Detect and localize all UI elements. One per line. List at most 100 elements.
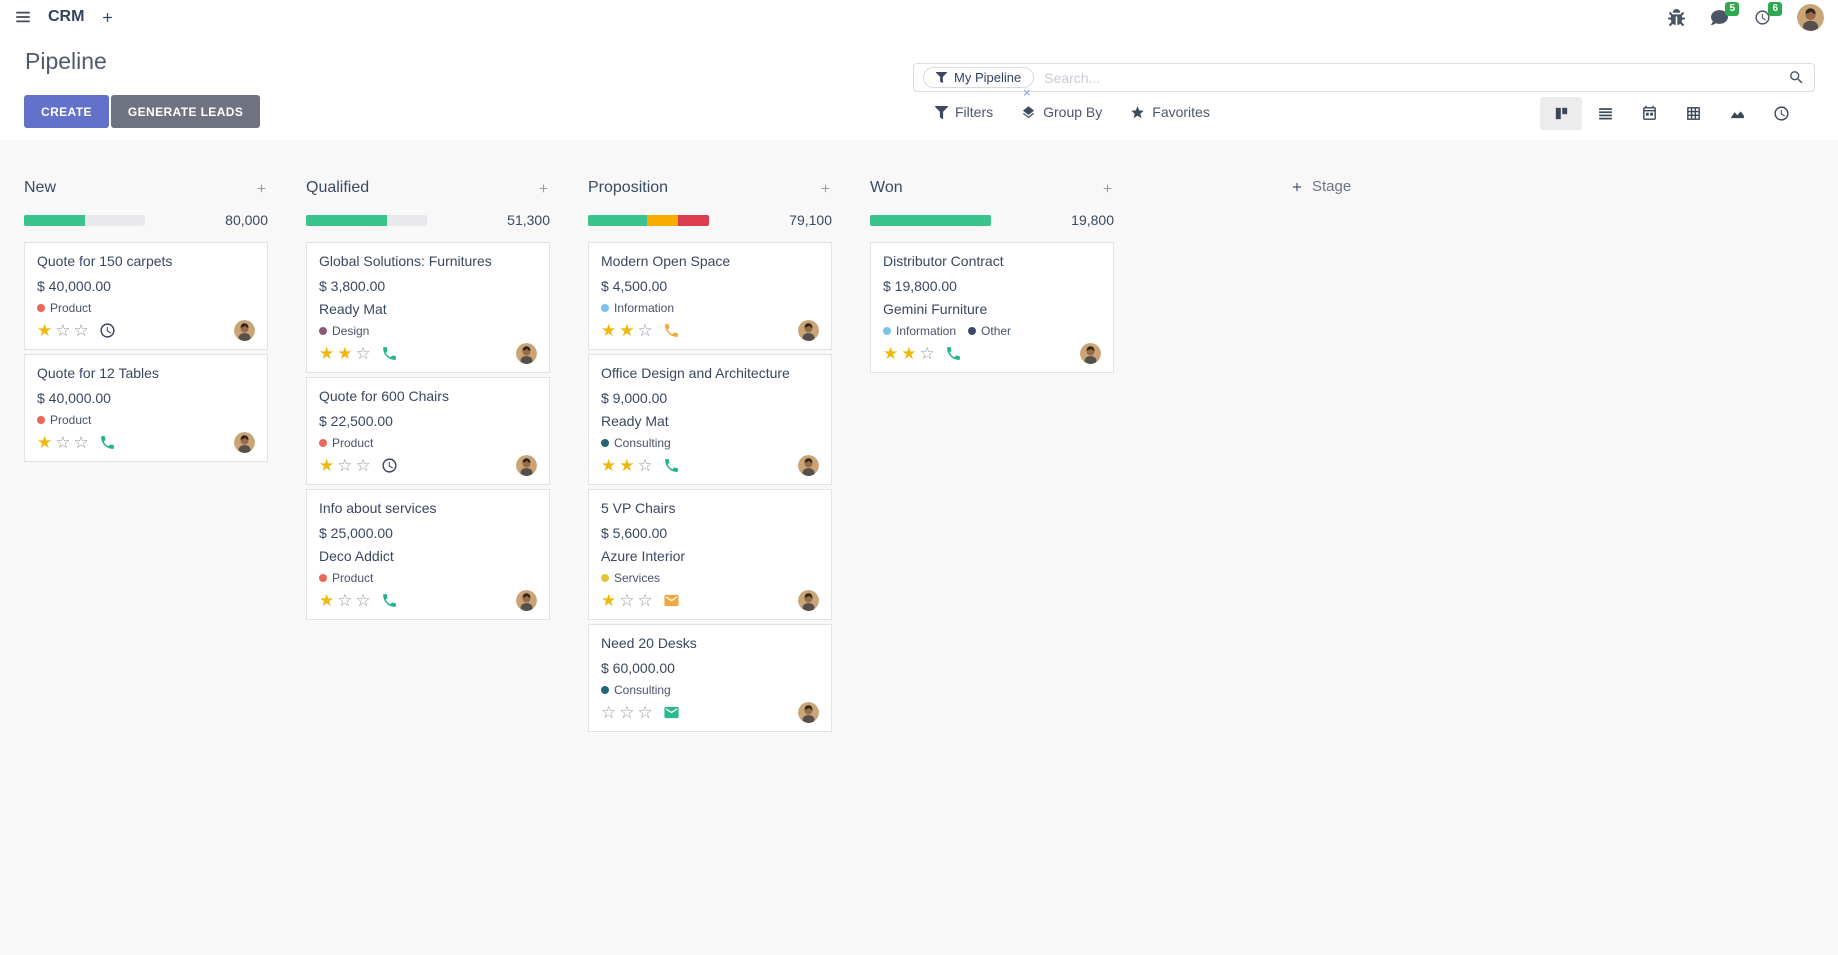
kanban-card[interactable]: Distributor Contract $ 19,800.00 Gemini … [870, 242, 1114, 373]
priority-star-1[interactable]: ★ [883, 345, 898, 362]
card-avatar[interactable] [1080, 343, 1101, 364]
search-bar[interactable]: My Pipeline Search... [913, 63, 1815, 92]
card-avatar[interactable] [234, 432, 255, 453]
card-avatar[interactable] [234, 320, 255, 341]
clock-activity-icon[interactable] [99, 322, 116, 339]
apps-menu-icon[interactable] [14, 8, 32, 26]
kanban-card[interactable]: Quote for 150 carpets $ 40,000.00 Produc… [24, 242, 268, 350]
card-title[interactable]: Quote for 600 Chairs [319, 388, 537, 404]
column-progressbar[interactable] [870, 215, 991, 226]
column-title[interactable]: Proposition [588, 179, 668, 197]
facet-remove-icon[interactable]: × [1023, 86, 1031, 99]
card-title[interactable]: Office Design and Architecture [601, 365, 819, 381]
priority-star-1[interactable]: ★ [601, 322, 616, 339]
priority-star-2[interactable]: ☆ [55, 322, 70, 339]
priority-star-3[interactable]: ☆ [356, 457, 371, 474]
search-facet-my-pipeline[interactable]: My Pipeline [923, 67, 1034, 88]
kanban-card[interactable]: Quote for 12 Tables $ 40,000.00 Product … [24, 354, 268, 462]
column-title[interactable]: Qualified [306, 179, 369, 197]
new-tab-icon[interactable] [100, 10, 115, 25]
envelope-activity-icon[interactable] [663, 592, 680, 609]
column-title[interactable]: New [24, 179, 56, 197]
envelope-activity-icon[interactable] [663, 704, 680, 721]
priority-star-2[interactable]: ☆ [337, 457, 352, 474]
card-title[interactable]: Quote for 150 carpets [37, 253, 255, 269]
messages-button[interactable]: 5 [1711, 9, 1728, 26]
priority-star-1[interactable]: ☆ [601, 704, 616, 721]
card-title[interactable]: Global Solutions: Furnitures [319, 253, 537, 269]
priority-star-2[interactable]: ☆ [619, 704, 634, 721]
quick-create-icon[interactable] [1101, 182, 1114, 195]
view-button-list[interactable] [1584, 97, 1626, 130]
priority-star-3[interactable]: ☆ [920, 345, 935, 362]
clock-activity-icon[interactable] [381, 457, 398, 474]
phone-activity-icon[interactable] [945, 345, 962, 362]
add-stage-button[interactable]: Stage [1290, 178, 1351, 195]
priority-star-1[interactable]: ★ [601, 592, 616, 609]
priority-star-2[interactable]: ★ [901, 345, 916, 362]
priority-star-1[interactable]: ★ [319, 457, 334, 474]
quick-create-icon[interactable] [819, 182, 832, 195]
priority-star-2[interactable]: ☆ [619, 592, 634, 609]
card-title[interactable]: Need 20 Desks [601, 635, 819, 651]
priority-star-1[interactable]: ★ [37, 322, 52, 339]
priority-star-2[interactable]: ★ [619, 322, 634, 339]
kanban-card[interactable]: Office Design and Architecture $ 9,000.0… [588, 354, 832, 485]
column-title[interactable]: Won [870, 179, 903, 197]
kanban-card[interactable]: Quote for 600 Chairs $ 22,500.00 Product… [306, 377, 550, 485]
phone-activity-icon[interactable] [381, 592, 398, 609]
priority-star-2[interactable]: ☆ [337, 592, 352, 609]
view-button-graph[interactable] [1716, 97, 1758, 130]
card-avatar[interactable] [516, 455, 537, 476]
phone-activity-icon[interactable] [663, 457, 680, 474]
view-button-calendar[interactable] [1628, 97, 1670, 130]
kanban-card[interactable]: 5 VP Chairs $ 5,600.00 Azure Interior Se… [588, 489, 832, 620]
view-button-kanban[interactable] [1540, 97, 1582, 130]
card-title[interactable]: 5 VP Chairs [601, 500, 819, 516]
kanban-card[interactable]: Need 20 Desks $ 60,000.00 Consulting ☆☆☆ [588, 624, 832, 732]
debug-menu-button[interactable] [1668, 9, 1685, 26]
view-button-activity[interactable] [1760, 97, 1802, 130]
priority-star-1[interactable]: ★ [319, 592, 334, 609]
create-button[interactable]: CREATE [24, 95, 109, 128]
quick-create-icon[interactable] [537, 182, 550, 195]
search-icon[interactable] [1788, 69, 1805, 86]
card-title[interactable]: Distributor Contract [883, 253, 1101, 269]
card-avatar[interactable] [798, 590, 819, 611]
filters-menu[interactable]: Filters [935, 104, 993, 120]
view-button-pivot[interactable] [1672, 97, 1714, 130]
column-progressbar[interactable] [306, 215, 427, 226]
card-avatar[interactable] [516, 590, 537, 611]
priority-star-2[interactable]: ★ [619, 457, 634, 474]
card-title[interactable]: Info about services [319, 500, 537, 516]
card-title[interactable]: Modern Open Space [601, 253, 819, 269]
card-title[interactable]: Quote for 12 Tables [37, 365, 255, 381]
phone-activity-icon[interactable] [381, 345, 398, 362]
priority-star-1[interactable]: ★ [319, 345, 334, 362]
priority-star-2[interactable]: ★ [337, 345, 352, 362]
user-avatar[interactable] [1797, 4, 1824, 31]
priority-star-3[interactable]: ☆ [356, 592, 371, 609]
phone-activity-icon[interactable] [663, 322, 680, 339]
priority-star-3[interactable]: ☆ [638, 592, 653, 609]
kanban-card[interactable]: Info about services $ 25,000.00 Deco Add… [306, 489, 550, 620]
card-avatar[interactable] [798, 455, 819, 476]
priority-star-3[interactable]: ☆ [356, 345, 371, 362]
priority-star-3[interactable]: ☆ [638, 704, 653, 721]
kanban-card[interactable]: Global Solutions: Furnitures $ 3,800.00 … [306, 242, 550, 373]
card-avatar[interactable] [798, 320, 819, 341]
priority-star-3[interactable]: ☆ [638, 322, 653, 339]
card-avatar[interactable] [516, 343, 537, 364]
priority-star-1[interactable]: ★ [601, 457, 616, 474]
priority-star-2[interactable]: ☆ [55, 434, 70, 451]
app-title[interactable]: CRM [48, 8, 84, 26]
favorites-menu[interactable]: Favorites [1130, 104, 1210, 120]
column-progressbar[interactable] [588, 215, 709, 226]
priority-star-3[interactable]: ☆ [74, 434, 89, 451]
priority-star-3[interactable]: ☆ [638, 457, 653, 474]
generate-leads-button[interactable]: GENERATE LEADS [111, 95, 260, 128]
priority-star-1[interactable]: ★ [37, 434, 52, 451]
quick-create-icon[interactable] [255, 182, 268, 195]
activities-button[interactable]: 6 [1754, 9, 1771, 26]
group-by-menu[interactable]: Group By [1021, 104, 1102, 120]
